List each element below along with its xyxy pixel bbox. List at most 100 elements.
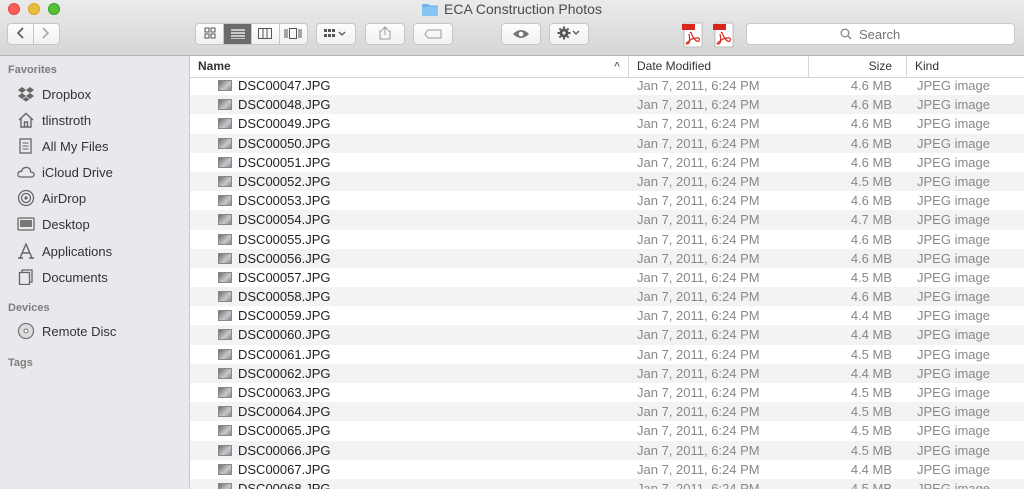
- file-kind: JPEG image: [917, 327, 990, 343]
- table-row[interactable]: DSC00049.JPG Jan 7, 2011, 6:24 PM 4.6 MB JP…: [190, 114, 1024, 134]
- file-date-modified: Jan 7, 2011, 6:24 PM: [637, 250, 760, 266]
- file-name: DSC00062.JPG: [238, 365, 331, 381]
- sidebar-item-airdrop[interactable]: AirDrop: [16, 187, 86, 209]
- file-date-modified: Jan 7, 2011, 6:24 PM: [637, 212, 760, 228]
- cover-flow-button[interactable]: [280, 24, 307, 44]
- file-size: 4.6 MB: [850, 116, 892, 132]
- file-date-modified: Jan 7, 2011, 6:24 PM: [637, 289, 760, 305]
- forward-button[interactable]: [34, 24, 59, 44]
- table-row[interactable]: DSC00062.JPG Jan 7, 2011, 6:24 PM 4.4 MB JP…: [190, 363, 1024, 383]
- icon-view-button[interactable]: [196, 24, 225, 44]
- sidebar-item-label: Desktop: [42, 216, 90, 232]
- file-date-modified: Jan 7, 2011, 6:24 PM: [637, 269, 760, 285]
- table-row[interactable]: DSC00061.JPG Jan 7, 2011, 6:24 PM 4.5 MB JP…: [190, 344, 1024, 364]
- file-size: 4.6 MB: [850, 154, 892, 170]
- dropbox-icon: [16, 85, 36, 103]
- quick-look-icon: [512, 27, 530, 42]
- column-header-date[interactable]: Date Modified: [628, 56, 808, 77]
- file-size: 4.5 MB: [850, 480, 892, 489]
- jpeg-thumbnail-icon: [218, 195, 232, 207]
- file-kind: JPEG image: [917, 461, 990, 477]
- table-row[interactable]: DSC00059.JPG Jan 7, 2011, 6:24 PM 4.4 MB JP…: [190, 306, 1024, 326]
- file-name: DSC00055.JPG: [238, 231, 331, 247]
- jpeg-thumbnail-icon: [218, 271, 232, 283]
- file-name: DSC00061.JPG: [238, 346, 331, 362]
- jpeg-thumbnail-icon: [218, 482, 232, 489]
- sidebar-item-dropbox[interactable]: Dropbox: [16, 83, 91, 105]
- list-view-button[interactable]: [224, 24, 252, 44]
- file-name: DSC00063.JPG: [238, 385, 331, 400]
- jpeg-thumbnail-icon: [218, 329, 232, 341]
- file-size: 4.5 MB: [850, 269, 892, 285]
- file-name: DSC00066.JPG: [238, 442, 331, 458]
- search-input[interactable]: [857, 25, 921, 43]
- table-row[interactable]: DSC00065.JPG Jan 7, 2011, 6:24 PM 4.5 MB JP…: [190, 421, 1024, 441]
- column-view-button[interactable]: [252, 24, 280, 44]
- sidebar-item-all-my-files[interactable]: All My Files: [16, 135, 108, 157]
- file-name: DSC00048.JPG: [238, 97, 331, 113]
- table-row[interactable]: DSC00052.JPG Jan 7, 2011, 6:24 PM 4.5 MB JP…: [190, 171, 1024, 192]
- table-row[interactable]: DSC00047.JPG Jan 7, 2011, 6:24 PM 4.6 MB JP…: [190, 76, 1024, 96]
- file-name: DSC00053.JPG: [238, 193, 331, 209]
- file-date-modified: Jan 7, 2011, 6:24 PM: [637, 442, 760, 458]
- column-header-name[interactable]: Name ^: [190, 56, 628, 77]
- sidebar-item-label: Dropbox: [42, 86, 92, 102]
- table-row[interactable]: DSC00066.JPG Jan 7, 2011, 6:24 PM 4.5 MB JP…: [190, 440, 1024, 460]
- quick-look-button[interactable]: [501, 23, 541, 45]
- file-size: 4.4 MB: [850, 308, 892, 324]
- file-size: 4.5 MB: [850, 404, 892, 420]
- sidebar-item-applications[interactable]: Applications: [16, 240, 112, 262]
- table-row[interactable]: DSC00060.JPG Jan 7, 2011, 6:24 PM 4.4 MB JP…: [190, 325, 1024, 345]
- jpeg-thumbnail-icon: [218, 233, 232, 245]
- pdf-icon[interactable]: [681, 22, 705, 48]
- sidebar-item-remote-disc[interactable]: Remote Disc: [16, 320, 116, 342]
- file-size: 4.4 MB: [850, 461, 892, 477]
- table-row[interactable]: DSC00057.JPG Jan 7, 2011, 6:24 PM 4.5 MB JP…: [190, 267, 1024, 288]
- table-row[interactable]: DSC00058.JPG Jan 7, 2011, 6:24 PM 4.6 MB JP…: [190, 287, 1024, 307]
- sidebar-item-label: tlinstroth: [42, 112, 92, 128]
- column-header-size[interactable]: Size: [808, 56, 906, 77]
- file-kind: JPEG image: [917, 116, 990, 132]
- tag-icon: [424, 27, 442, 42]
- table-row[interactable]: DSC00056.JPG Jan 7, 2011, 6:24 PM 4.6 MB JP…: [190, 248, 1024, 268]
- window-title: ECA Construction Photos: [444, 1, 602, 17]
- sidebar-heading-devices: Devices: [8, 302, 50, 314]
- file-size: 4.4 MB: [850, 365, 892, 381]
- file-size: 4.5 MB: [850, 346, 892, 362]
- arrange-icon: [324, 27, 348, 42]
- arrange-button[interactable]: [316, 23, 356, 45]
- back-button[interactable]: [8, 24, 34, 44]
- sidebar-item-label: All My Files: [42, 138, 109, 154]
- back-icon: [16, 26, 24, 42]
- table-row[interactable]: DSC00050.JPG Jan 7, 2011, 6:24 PM 4.6 MB JP…: [190, 133, 1024, 153]
- sidebar-item-icloud-drive[interactable]: iCloud Drive: [16, 161, 113, 183]
- file-date-modified: Jan 7, 2011, 6:24 PM: [637, 480, 760, 489]
- file-size: 4.6 MB: [850, 193, 892, 209]
- tag-button[interactable]: [413, 23, 453, 45]
- column-header-kind[interactable]: Kind: [906, 56, 1024, 77]
- search-field[interactable]: [746, 23, 1015, 45]
- table-row[interactable]: DSC00067.JPG Jan 7, 2011, 6:24 PM 4.4 MB JP…: [190, 459, 1024, 479]
- table-row[interactable]: DSC00068.JPG Jan 7, 2011, 6:24 PM 4.5 MB JP…: [190, 478, 1024, 489]
- table-row[interactable]: DSC00051.JPG Jan 7, 2011, 6:24 PM 4.6 MB JP…: [190, 152, 1024, 172]
- file-size: 4.6 MB: [850, 250, 892, 266]
- table-row[interactable]: DSC00054.JPG Jan 7, 2011, 6:24 PM 4.7 MB JP…: [190, 210, 1024, 230]
- table-row[interactable]: DSC00053.JPG Jan 7, 2011, 6:24 PM 4.6 MB JP…: [190, 191, 1024, 211]
- share-button[interactable]: [365, 23, 405, 45]
- sidebar-item-home[interactable]: tlinstroth: [16, 109, 91, 131]
- sidebar-item-documents[interactable]: Documents: [16, 266, 108, 288]
- file-name: DSC00068.JPG: [238, 480, 331, 489]
- file-date-modified: Jan 7, 2011, 6:24 PM: [637, 193, 760, 209]
- pdf-icon[interactable]: [712, 22, 736, 48]
- file-date-modified: Jan 7, 2011, 6:24 PM: [637, 116, 760, 132]
- sidebar-item-desktop[interactable]: Desktop: [16, 213, 90, 235]
- file-size: 4.6 MB: [850, 231, 892, 247]
- action-button[interactable]: [549, 23, 589, 45]
- table-row[interactable]: DSC00055.JPG Jan 7, 2011, 6:24 PM 4.6 MB JP…: [190, 229, 1024, 249]
- table-row[interactable]: DSC00048.JPG Jan 7, 2011, 6:24 PM 4.6 MB JP…: [190, 95, 1024, 115]
- table-row[interactable]: DSC00064.JPG Jan 7, 2011, 6:24 PM 4.5 MB JP…: [190, 402, 1024, 422]
- file-kind: JPEG image: [917, 231, 990, 247]
- table-row[interactable]: DSC00063.JPG Jan 7, 2011, 6:24 PM 4.5 MB JP…: [190, 383, 1024, 403]
- column-header-date-label: Date Modified: [637, 59, 712, 73]
- column-view-icon: [258, 27, 273, 42]
